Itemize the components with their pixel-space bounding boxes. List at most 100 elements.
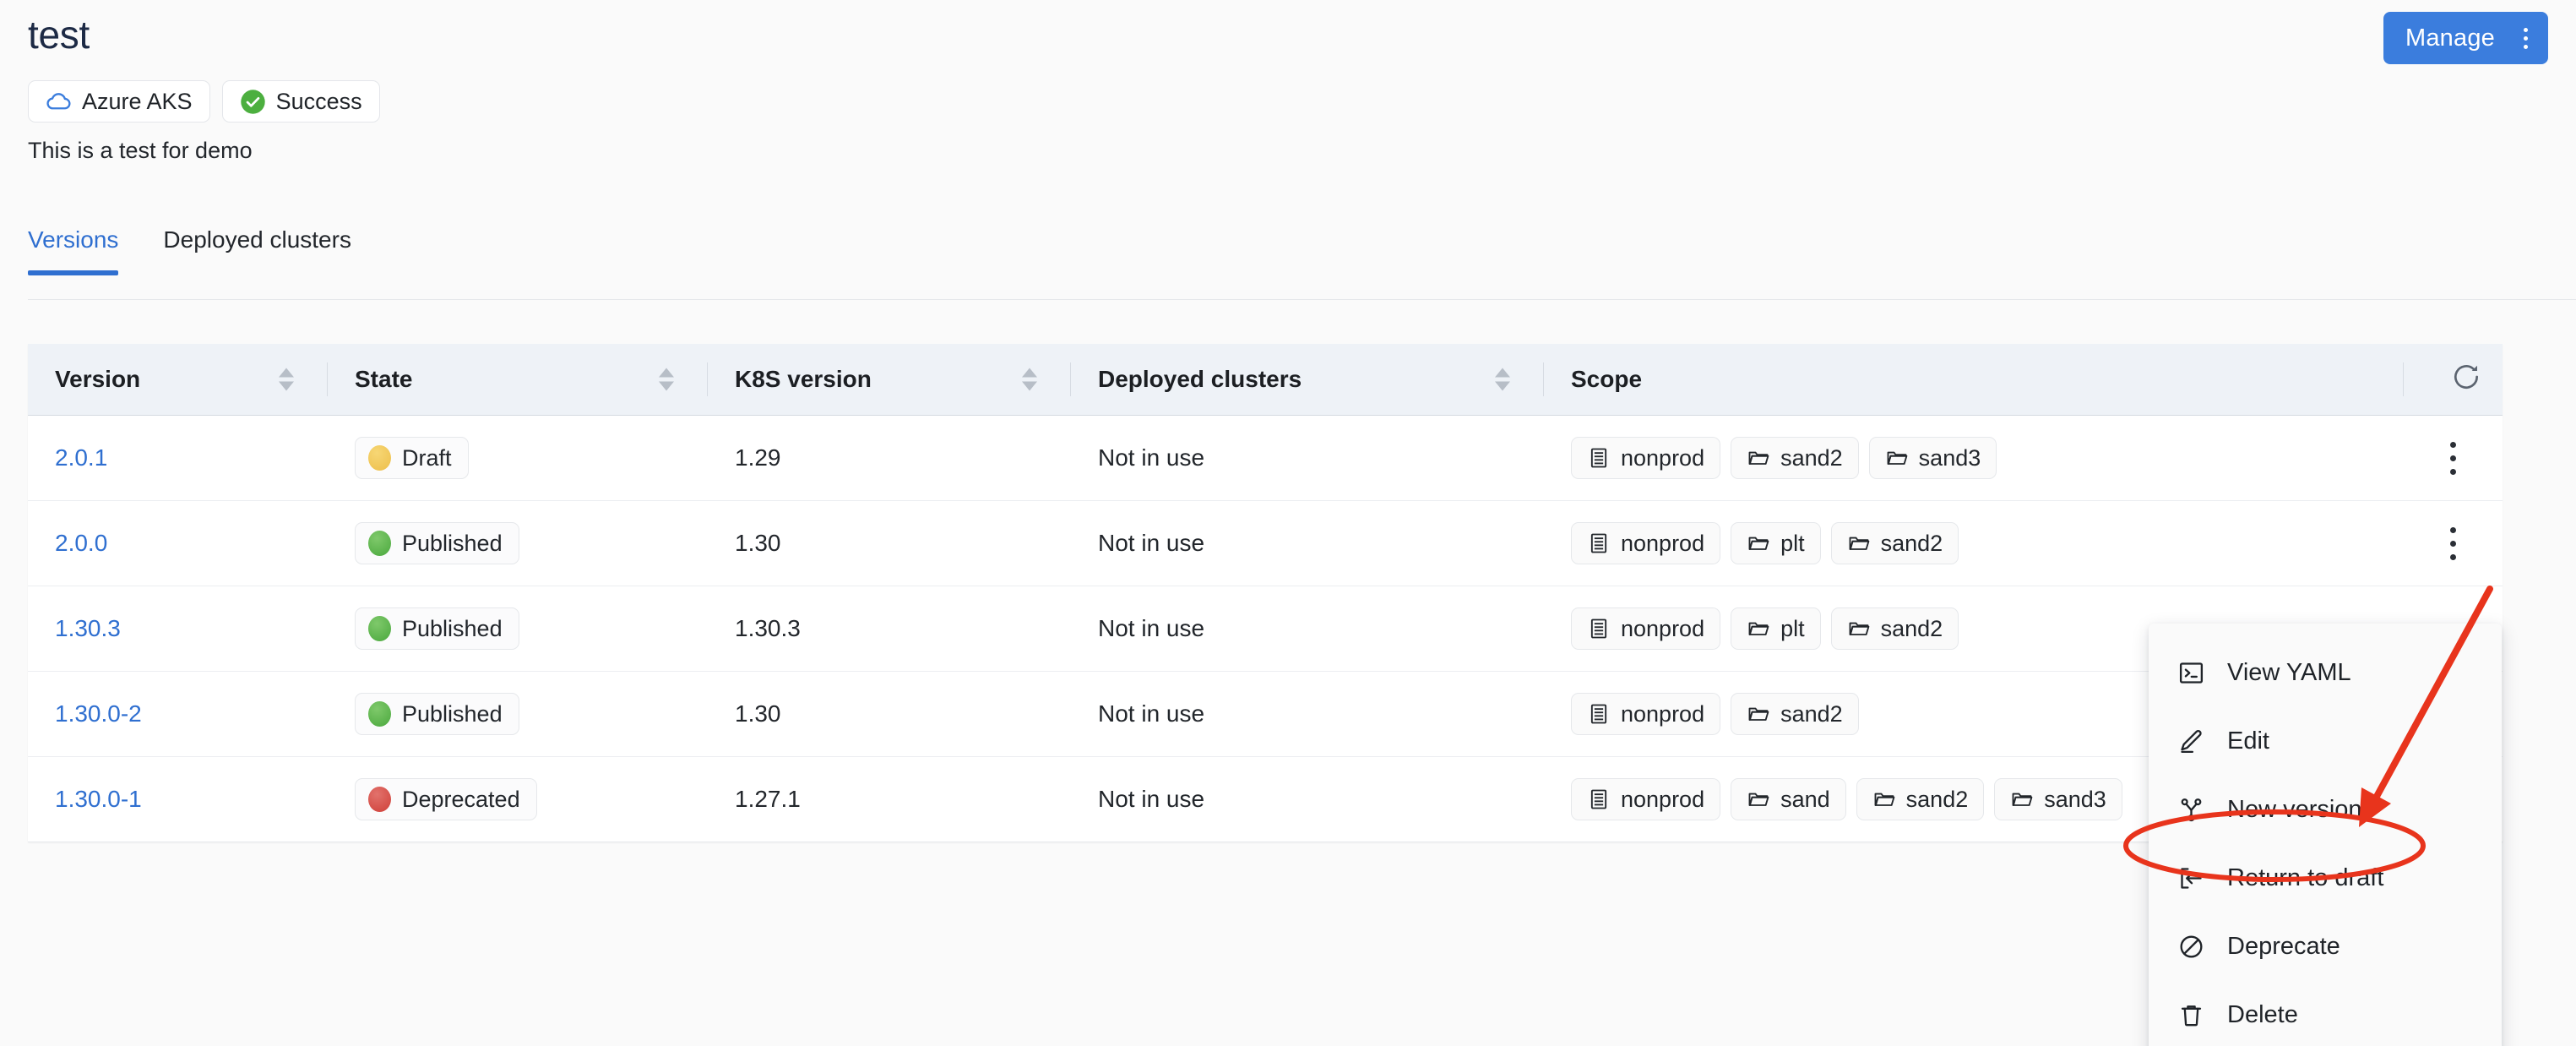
- tab-versions[interactable]: Versions: [28, 226, 119, 275]
- folder-icon: [1847, 531, 1871, 555]
- status-badge: Published: [355, 693, 519, 735]
- scope-list: nonprod sand2: [1571, 693, 1859, 735]
- status-badge: Published: [355, 607, 519, 650]
- meta-chip-row: Azure AKS Success: [28, 80, 380, 123]
- status-badge-label: Deprecated: [402, 786, 520, 812]
- row-menu-button[interactable]: [2442, 519, 2465, 569]
- scope-chip: nonprod: [1571, 693, 1721, 735]
- scope-list: nonprod plt sand2: [1571, 522, 1959, 564]
- version-link[interactable]: 1.30.0-2: [55, 700, 142, 727]
- sort-toggle-k8s-version[interactable]: [1022, 368, 1037, 391]
- menu-item-label: Return to draft: [2227, 864, 2384, 891]
- menu-item-deprecate[interactable]: Deprecate: [2149, 913, 2502, 981]
- check-circle-icon: [240, 89, 266, 115]
- table-row[interactable]: 2.0.0 Published 1.30 Not in use nonprod: [28, 501, 2503, 586]
- menu-item-label: New version: [2227, 796, 2362, 823]
- menu-item-new-version[interactable]: New version: [2149, 776, 2502, 844]
- cell-k8s-version: 1.30: [735, 700, 781, 727]
- cell-scope: nonprod sand2 sand3: [1544, 416, 2403, 500]
- status-dot-icon: [368, 701, 391, 727]
- scope-chip: nonprod: [1571, 778, 1721, 820]
- cell-deployed-clusters: Not in use: [1098, 786, 1205, 812]
- page-title: test: [28, 13, 90, 57]
- tab-bar-divider: [28, 299, 2576, 300]
- scope-chip-label: sand3: [1918, 444, 1981, 471]
- manage-button[interactable]: Manage: [2383, 12, 2548, 64]
- menu-item-view-yaml[interactable]: View YAML: [2149, 639, 2502, 707]
- scope-chip: sand2: [1731, 437, 1859, 479]
- table-header-row: Version State K8S version Deployed clust…: [28, 344, 2503, 416]
- cell-row-actions: [2403, 501, 2503, 586]
- table-row[interactable]: 1.30.3 Published 1.30.3 Not in use nonpr…: [28, 586, 2503, 672]
- column-header-state[interactable]: State: [328, 344, 708, 415]
- row-menu-button[interactable]: [2442, 433, 2465, 483]
- table-row[interactable]: 1.30.0-2 Published 1.30 Not in use nonpr…: [28, 672, 2503, 757]
- table-row[interactable]: 1.30.0-1 Deprecated 1.27.1 Not in use no…: [28, 757, 2503, 842]
- status-badge: Draft: [355, 437, 469, 479]
- cell-version: 1.30.3: [28, 586, 328, 671]
- scope-chip: sand2: [1856, 778, 1985, 820]
- terminal-icon: [2177, 659, 2205, 687]
- menu-item-label: View YAML: [2227, 659, 2351, 686]
- column-header-k8s-version[interactable]: K8S version: [708, 344, 1071, 415]
- folder-icon: [1747, 531, 1770, 555]
- folder-icon: [1872, 787, 1896, 811]
- version-link[interactable]: 2.0.1: [55, 444, 107, 471]
- column-header-deployed-clusters[interactable]: Deployed clusters: [1071, 344, 1544, 415]
- version-link[interactable]: 1.30.3: [55, 615, 121, 642]
- scope-chip: sand2: [1830, 607, 1959, 650]
- table-body: 2.0.1 Draft 1.29 Not in use nonprod sand…: [28, 416, 2503, 842]
- cell-deployed-clusters: Not in use: [1098, 615, 1205, 641]
- sort-toggle-deployed-clusters[interactable]: [1495, 368, 1510, 391]
- server-icon: [1587, 787, 1611, 811]
- column-divider: [2403, 362, 2404, 396]
- server-icon: [1587, 617, 1611, 640]
- cell-version: 2.0.1: [28, 416, 328, 500]
- scope-chip-label: sand2: [1880, 615, 1943, 641]
- scope-chip: sand: [1731, 778, 1846, 820]
- scope-chip-label: plt: [1780, 615, 1805, 641]
- menu-item-label: Delete: [2227, 1001, 2298, 1028]
- menu-item-delete[interactable]: Delete: [2149, 981, 2502, 1046]
- scope-list: nonprod sand sand2 sand3: [1571, 778, 2122, 820]
- arrow-into-box-icon: [2177, 864, 2205, 892]
- column-header-version[interactable]: Version: [28, 344, 328, 415]
- version-link[interactable]: 2.0.0: [55, 530, 107, 557]
- scope-chip-label: nonprod: [1621, 615, 1705, 641]
- cell-scope: nonprod plt sand2: [1544, 501, 2403, 586]
- scope-chip: plt: [1731, 607, 1821, 650]
- manage-button-label: Manage: [2405, 24, 2495, 52]
- scope-chip-label: plt: [1780, 530, 1805, 556]
- page-description: This is a test for demo: [28, 138, 253, 163]
- scope-chip: sand3: [1994, 778, 2122, 820]
- version-link[interactable]: 1.30.0-1: [55, 786, 142, 813]
- status-dot-icon: [368, 787, 391, 812]
- cell-state: Deprecated: [328, 757, 708, 842]
- tab-deployed-clusters[interactable]: Deployed clusters: [163, 226, 351, 275]
- sort-toggle-version[interactable]: [279, 368, 294, 391]
- cell-state: Published: [328, 672, 708, 756]
- cell-row-actions: [2403, 416, 2503, 500]
- table-row[interactable]: 2.0.1 Draft 1.29 Not in use nonprod sand…: [28, 416, 2503, 501]
- scope-chip-label: sand2: [1780, 444, 1843, 471]
- scope-chip-label: nonprod: [1621, 700, 1705, 727]
- menu-item-edit[interactable]: Edit: [2149, 707, 2502, 776]
- folder-icon: [1747, 617, 1770, 640]
- sort-toggle-state[interactable]: [659, 368, 674, 391]
- refresh-icon[interactable]: [2450, 361, 2482, 399]
- table-refresh-cell: [2403, 344, 2503, 415]
- folder-icon: [1747, 446, 1770, 470]
- scope-chip-label: sand2: [1780, 700, 1843, 727]
- scope-chip-label: sand: [1780, 786, 1830, 812]
- folder-icon: [1747, 787, 1770, 811]
- chip-provider: Azure AKS: [28, 80, 210, 123]
- scope-list: nonprod plt sand2: [1571, 607, 1959, 650]
- column-header-scope: Scope: [1544, 344, 2403, 415]
- scope-list: nonprod sand2 sand3: [1571, 437, 1997, 479]
- cell-version: 1.30.0-2: [28, 672, 328, 756]
- kebab-vertical-icon[interactable]: [2517, 27, 2535, 49]
- menu-item-label: Edit: [2227, 727, 2269, 755]
- cell-deployed-clusters: Not in use: [1098, 700, 1205, 727]
- menu-item-return-to-draft[interactable]: Return to draft: [2149, 844, 2502, 913]
- trash-icon: [2177, 1001, 2205, 1029]
